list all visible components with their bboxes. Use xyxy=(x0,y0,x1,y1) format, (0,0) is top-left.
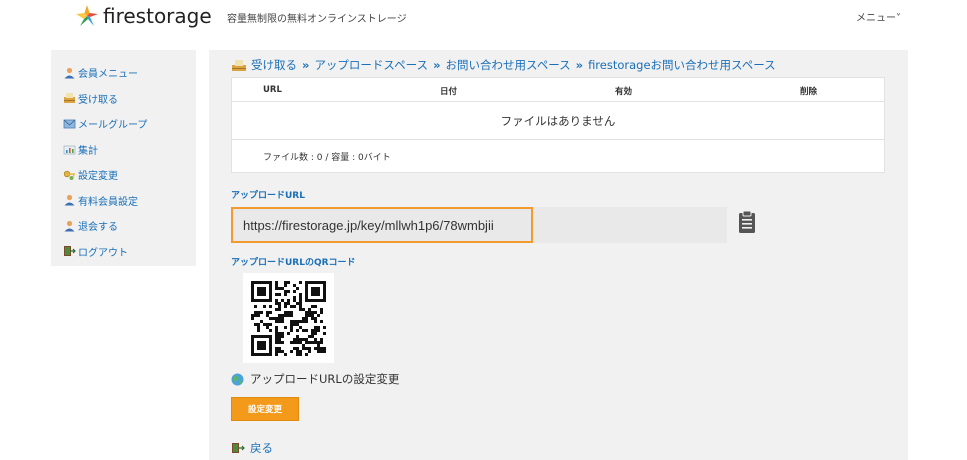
qr-code xyxy=(243,273,334,363)
breadcrumb: 受け取る » アップロードスペース » お問い合わせ用スペース » firest… xyxy=(231,57,776,73)
file-summary: ファイル数 : 0 / 容量 : 0バイト xyxy=(263,152,391,163)
tagline: 容量無制限の無料オンラインストレージ xyxy=(227,14,407,25)
sidebar-item-label: 設定変更 xyxy=(78,171,118,183)
column-header-date: 日付 xyxy=(440,87,458,97)
empty-message: ファイルはありません xyxy=(232,102,884,140)
breadcrumb-separator: » xyxy=(575,58,584,72)
header: firestorage 容量無制限の無料オンラインストレージ メニュー˅ xyxy=(0,0,967,40)
sidebar-item-member-menu[interactable]: 会員メニュー xyxy=(51,60,196,86)
sidebar-item-logout[interactable]: ログアウト xyxy=(51,239,196,265)
user-icon xyxy=(64,67,75,79)
column-header-url: URL xyxy=(263,85,282,95)
globe-icon xyxy=(231,373,244,385)
chart-icon xyxy=(63,145,76,155)
inbox-icon xyxy=(64,93,75,104)
sidebar-item-label: 有料会員設定 xyxy=(78,196,138,208)
table-header-row: URL 日付 有効 削除 xyxy=(232,78,884,102)
upload-url-settings-link[interactable]: アップロードURLの設定変更 xyxy=(231,371,399,387)
sidebar-item-stats[interactable]: 集計 xyxy=(51,137,196,163)
flame-logo-icon xyxy=(76,5,98,26)
back-icon xyxy=(232,443,245,453)
upload-url-input[interactable] xyxy=(231,207,533,243)
breadcrumb-receive[interactable]: 受け取る xyxy=(251,57,297,73)
upload-url-settings-label: アップロードURLの設定変更 xyxy=(250,372,400,386)
qr-code-image xyxy=(251,280,326,356)
back-label: 戻る xyxy=(250,441,273,455)
clipboard-icon[interactable] xyxy=(738,210,756,234)
breadcrumb-inquiry-space[interactable]: お問い合わせ用スペース xyxy=(446,57,571,73)
file-table: URL 日付 有効 削除 ファイルはありません ファイル数 : 0 / 容量 :… xyxy=(231,77,885,173)
column-header-delete: 削除 xyxy=(800,87,818,97)
sidebar-item-settings[interactable]: 設定変更 xyxy=(51,162,196,188)
main-panel: 受け取る » アップロードスペース » お問い合わせ用スペース » firest… xyxy=(209,50,908,460)
sidebar-item-label: 集計 xyxy=(78,145,98,157)
sidebar-item-label: 受け取る xyxy=(78,94,118,106)
sidebar-item-label: メールグループ xyxy=(78,120,148,132)
column-header-valid: 有効 xyxy=(615,87,633,97)
logo-text: firestorage xyxy=(103,4,212,28)
sidebar-item-label: ログアウト xyxy=(78,247,128,259)
menu-button[interactable]: メニュー˅ xyxy=(856,9,901,24)
settings-change-button[interactable]: 設定変更 xyxy=(231,397,299,421)
sidebar-item-label: 退会する xyxy=(78,222,118,234)
user-icon xyxy=(64,195,75,206)
user-icon xyxy=(64,220,75,232)
sidebar-item-mail-group[interactable]: メールグループ xyxy=(51,111,196,137)
breadcrumb-current-space[interactable]: firestorageお問い合わせ用スペース xyxy=(588,57,776,73)
sidebar-item-receive[interactable]: 受け取る xyxy=(51,86,196,112)
key-icon xyxy=(63,170,75,180)
logout-icon xyxy=(64,246,76,257)
sidebar-item-unsubscribe[interactable]: 退会する xyxy=(51,213,196,239)
breadcrumb-separator: » xyxy=(302,58,310,72)
sidebar-item-premium-settings[interactable]: 有料会員設定 xyxy=(51,188,196,214)
upload-url-label: アップロードURL xyxy=(231,191,305,201)
breadcrumb-separator: » xyxy=(433,58,441,72)
logo[interactable]: firestorage xyxy=(75,4,212,28)
sidebar: 会員メニュー 受け取る メールグループ 集計 設定変更 有料会員設定 退会する … xyxy=(51,50,196,266)
url-field-container xyxy=(231,207,727,243)
inbox-icon xyxy=(232,59,246,71)
mail-group-icon xyxy=(63,119,76,129)
qr-code-label: アップロードURLのQRコード xyxy=(231,258,356,268)
breadcrumb-upload-space[interactable]: アップロードスペース xyxy=(314,57,428,73)
back-link[interactable]: 戻る xyxy=(231,440,273,456)
sidebar-item-label: 会員メニュー xyxy=(78,69,138,81)
